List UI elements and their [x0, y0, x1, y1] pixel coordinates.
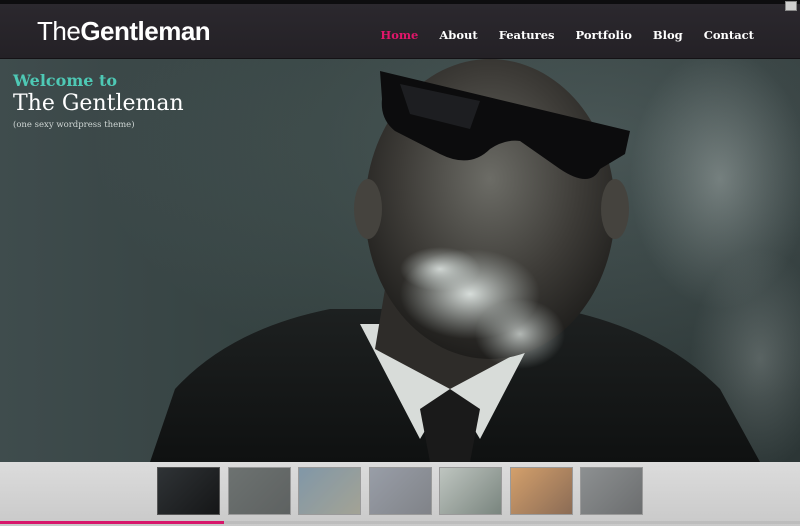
- nav-home[interactable]: Home: [380, 28, 418, 42]
- slide-thumbnail[interactable]: [157, 467, 220, 515]
- hero-caption: Welcome to The Gentleman (one sexy wordp…: [13, 72, 184, 132]
- nav-blog[interactable]: Blog: [653, 28, 683, 42]
- nav-contact[interactable]: Contact: [704, 28, 754, 42]
- logo-bold-text: Gentleman: [80, 16, 211, 46]
- slide-progress-fill: [0, 521, 224, 524]
- site-header: TheGentleman Home About Features Portfol…: [0, 4, 800, 59]
- nav-portfolio[interactable]: Portfolio: [576, 28, 632, 42]
- nav-about[interactable]: About: [439, 28, 477, 42]
- logo-light-text: The: [37, 16, 81, 46]
- slide-progress-bar: [0, 521, 800, 524]
- hero-title: The Gentleman: [13, 91, 184, 116]
- slide-thumbnail[interactable]: [298, 467, 361, 515]
- window-icon: [785, 1, 797, 11]
- welcome-text: Welcome to: [13, 71, 118, 90]
- thumbnail-bar: [0, 462, 800, 526]
- thumbnail-list: [157, 467, 651, 515]
- slide-thumbnail[interactable]: [439, 467, 502, 515]
- main-nav: Home About Features Portfolio Blog Conta…: [359, 28, 754, 42]
- hero-slide: Welcome to The Gentleman (one sexy wordp…: [0, 59, 800, 462]
- hero-subtitle: (one sexy wordpress theme): [13, 120, 135, 130]
- slide-thumbnail[interactable]: [580, 467, 643, 515]
- slide-thumbnail[interactable]: [227, 467, 291, 515]
- nav-features[interactable]: Features: [499, 28, 555, 42]
- slide-thumbnail[interactable]: [509, 467, 573, 515]
- slide-thumbnail[interactable]: [368, 467, 432, 515]
- site-logo[interactable]: TheGentleman: [37, 16, 211, 47]
